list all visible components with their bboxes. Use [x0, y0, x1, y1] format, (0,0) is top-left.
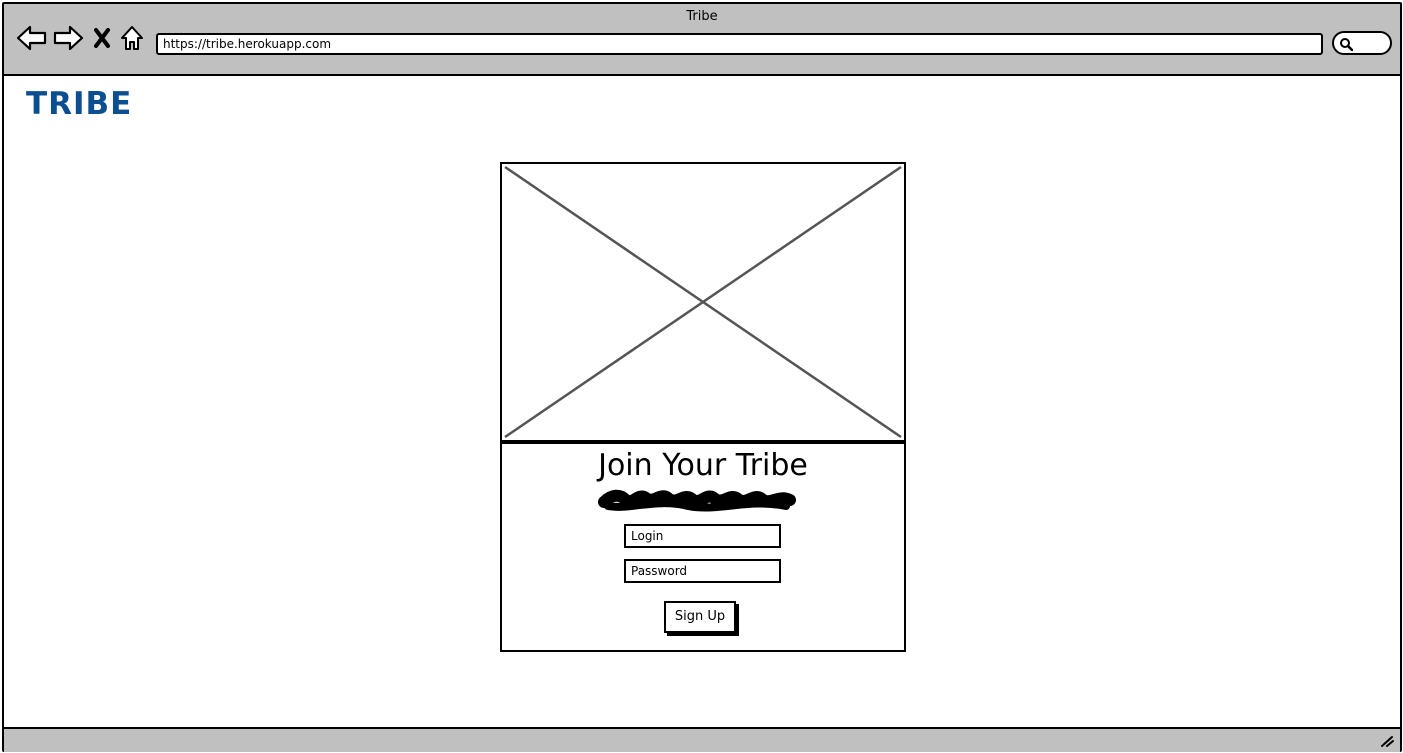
forward-arrow-icon[interactable] [52, 24, 84, 52]
signup-form: Join Your Tribe Login Password Sign Up [500, 442, 906, 652]
signup-button[interactable]: Sign Up [664, 601, 736, 633]
browser-toolbar: Tribe https://tribe.herokuapp.com [4, 4, 1400, 76]
url-bar[interactable]: https://tribe.herokuapp.com [156, 33, 1323, 55]
form-title: Join Your Tribe [598, 448, 808, 483]
tribe-logo[interactable]: TRIBE [26, 86, 132, 122]
search-icon [1340, 38, 1353, 51]
page-content: TRIBE Join Your Tribe Login Password Sig… [4, 76, 1400, 727]
search-box[interactable] [1332, 31, 1392, 55]
window-title: Tribe [686, 9, 718, 24]
home-icon[interactable] [118, 24, 146, 52]
status-bar [4, 727, 1400, 752]
back-arrow-icon[interactable] [16, 24, 48, 52]
browser-window: Tribe https://tribe.herokuapp.com TRIBE [2, 2, 1402, 752]
redacted-scribble-icon [598, 489, 796, 512]
image-placeholder [500, 162, 906, 442]
close-x-icon[interactable] [92, 24, 112, 52]
password-field[interactable]: Password [624, 559, 781, 583]
image-placeholder-icon [504, 165, 902, 439]
resize-grip-icon[interactable] [1380, 735, 1394, 747]
login-field[interactable]: Login [624, 524, 781, 548]
